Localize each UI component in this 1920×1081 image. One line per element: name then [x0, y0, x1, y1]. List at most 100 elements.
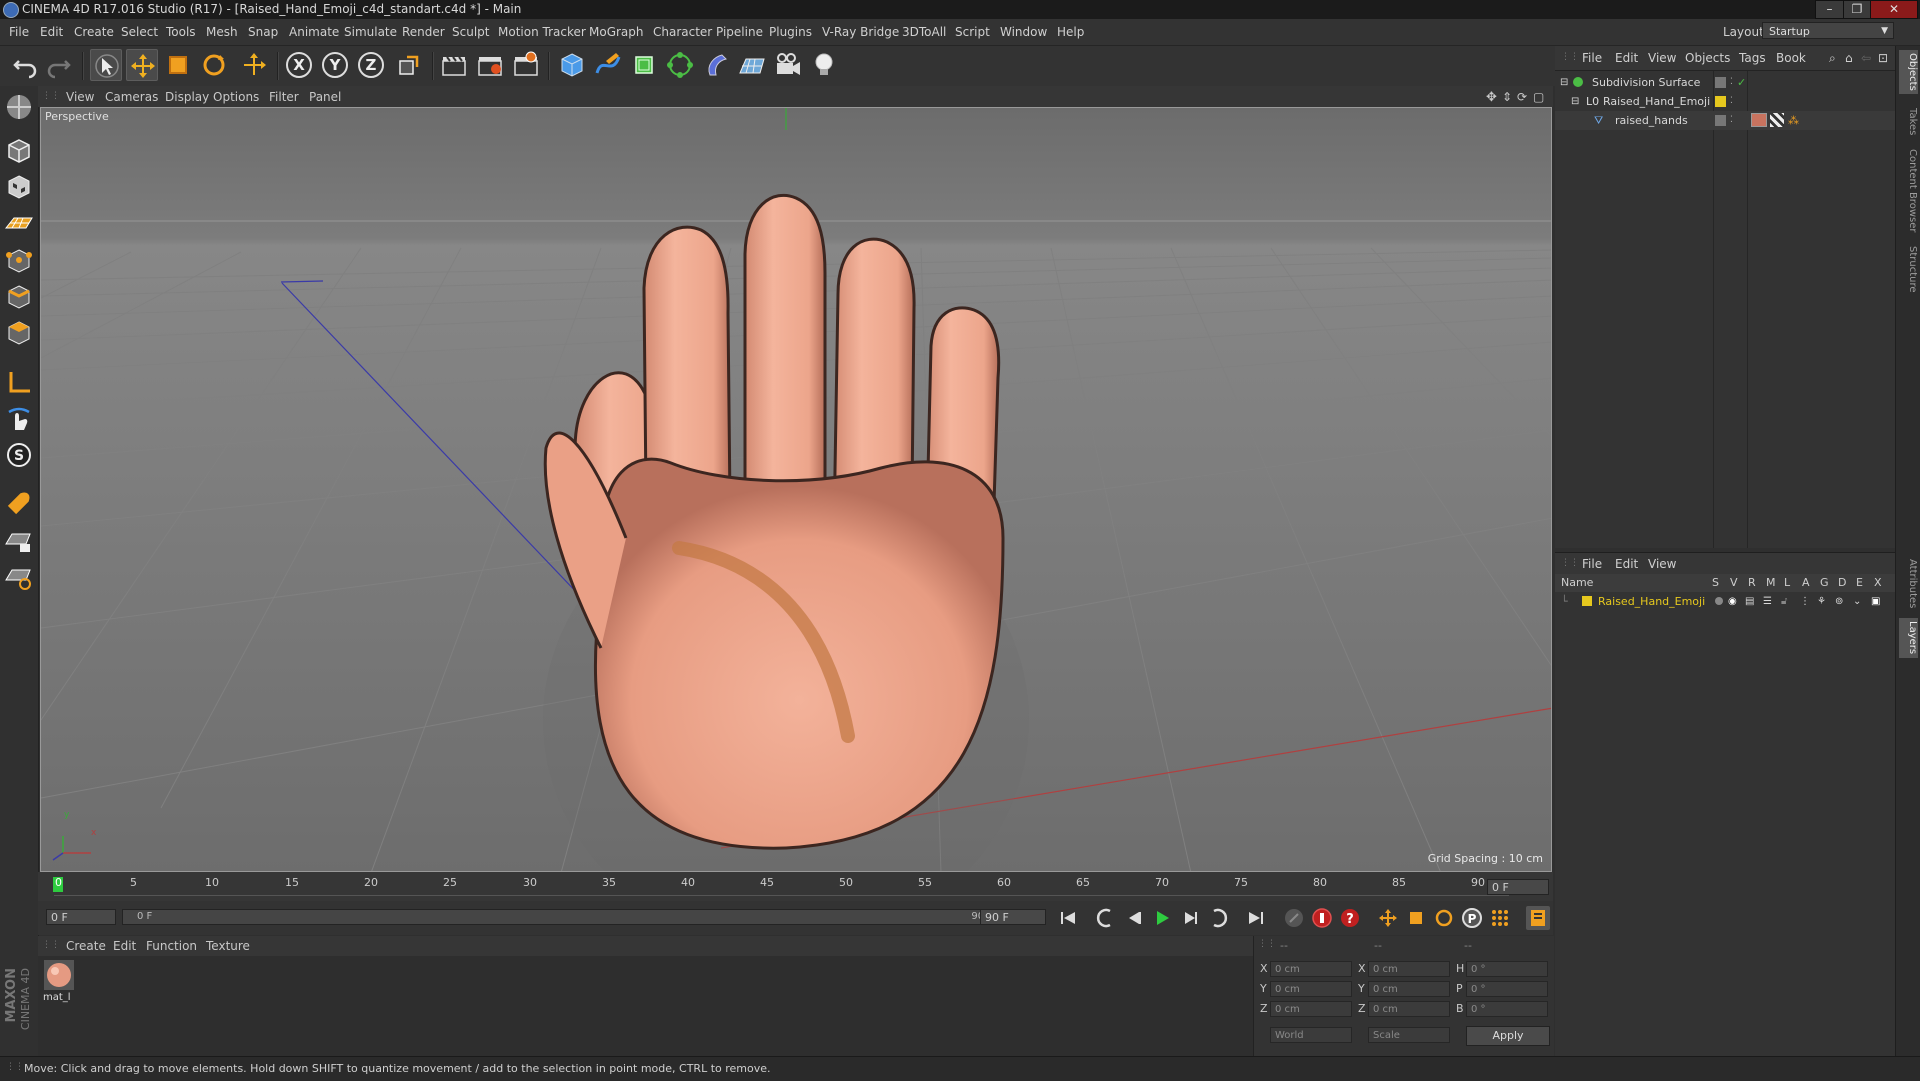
go-to-start-button[interactable] — [1056, 906, 1080, 930]
render-view-button[interactable] — [438, 49, 470, 81]
object-menu-edit[interactable]: Edit — [1615, 51, 1638, 65]
menu-snap[interactable]: Snap — [248, 25, 278, 39]
object-menu-bookmarks[interactable]: Book — [1776, 51, 1806, 65]
material-menu-edit[interactable]: Edit — [113, 939, 136, 953]
object-name[interactable]: raised_hands — [1615, 111, 1688, 130]
menu-character[interactable]: Character — [653, 25, 712, 39]
pos-x-field[interactable]: 0 cm — [1270, 961, 1352, 977]
name-column-header[interactable]: Name — [1561, 576, 1593, 589]
visibility-dots-icon[interactable]: ⁚ — [1730, 92, 1733, 111]
render-picture-viewer-button[interactable] — [474, 49, 506, 81]
menu-create[interactable]: Create — [74, 25, 114, 39]
y-axis-lock-button[interactable]: Y — [322, 52, 348, 78]
rot-p-field[interactable]: 0 ° — [1466, 981, 1548, 997]
tab-layers[interactable]: Layers — [1899, 618, 1918, 658]
autokeying-button[interactable]: ? — [1338, 906, 1362, 930]
model-mode-button[interactable] — [4, 136, 34, 166]
z-axis-lock-button[interactable]: Z — [358, 52, 384, 78]
search-icon[interactable]: ⌕ — [1829, 51, 1836, 66]
viewport-menu-cameras[interactable]: Cameras — [105, 90, 158, 104]
size-x-field[interactable]: 0 cm — [1368, 961, 1450, 977]
manager-column-header[interactable]: M — [1766, 576, 1776, 589]
add-camera-button[interactable] — [772, 49, 804, 81]
object-menu-view[interactable]: View — [1648, 51, 1676, 65]
viewport-menu-view[interactable]: View — [66, 90, 94, 104]
lock-icon[interactable]: 🔓︎ — [1781, 592, 1787, 611]
edges-mode-button[interactable] — [4, 282, 34, 312]
points-mode-button[interactable] — [4, 246, 34, 276]
add-cube-button[interactable] — [556, 49, 588, 81]
menu-help[interactable]: Help — [1057, 25, 1084, 39]
key-position-button[interactable] — [1376, 906, 1400, 930]
menu-mograph[interactable]: MoGraph — [589, 25, 644, 39]
dolly-view-icon[interactable]: ⇕ — [1502, 90, 1512, 104]
material-name[interactable]: mat_l — [43, 992, 71, 1003]
menu-script[interactable]: Script — [955, 25, 990, 39]
menu-tools[interactable]: Tools — [166, 25, 196, 39]
layer-list[interactable]: └ Raised_Hand_Emoji ◉ ▤ ☰ 🔓︎ ⋮ ⚘ ⊚ ⌄ ▣ — [1555, 592, 1895, 1056]
visibility-dots-icon[interactable]: ⁚ — [1730, 111, 1733, 130]
go-to-end-button[interactable] — [1244, 906, 1268, 930]
undo-button[interactable] — [9, 49, 41, 81]
current-frame-field[interactable]: 0 F — [1487, 879, 1549, 895]
menu-motion-tracker[interactable]: Motion Tracker — [498, 25, 586, 39]
menu-3dtoall[interactable]: 3DToAll — [902, 25, 946, 39]
menu-simulate[interactable]: Simulate — [344, 25, 397, 39]
next-key-button[interactable] — [1206, 906, 1230, 930]
render-settings-button[interactable] — [510, 49, 542, 81]
make-editable-button[interactable] — [4, 92, 34, 122]
locked-workplane-button[interactable] — [4, 526, 34, 556]
redo-button[interactable] — [43, 49, 75, 81]
object-menu-objects[interactable]: Objects — [1685, 51, 1730, 65]
pos-z-field[interactable]: 0 cm — [1270, 1001, 1352, 1017]
key-rotation-button[interactable] — [1432, 906, 1456, 930]
material-menu-create[interactable]: Create — [66, 939, 106, 953]
toggle-view-icon[interactable]: ▢ — [1533, 90, 1544, 104]
texture-mode-button[interactable] — [4, 172, 34, 202]
rotate-tool-button[interactable] — [198, 49, 230, 81]
material-menu-texture[interactable]: Texture — [206, 939, 250, 953]
next-frame-button[interactable] — [1178, 906, 1202, 930]
axis-mode-button[interactable] — [4, 368, 34, 398]
coordinate-mode-dropdown[interactable]: World — [1270, 1027, 1352, 1043]
layer-menu-edit[interactable]: Edit — [1615, 557, 1638, 571]
tab-attributes[interactable]: Attributes — [1899, 556, 1918, 612]
material-manager-area[interactable]: mat_l — [38, 956, 1253, 1056]
generators-column-header[interactable]: G — [1820, 576, 1829, 589]
material-menu-function[interactable]: Function — [146, 939, 197, 953]
manager-toggle-icon[interactable]: ☰ — [1763, 592, 1772, 611]
home-icon[interactable]: ⌂ — [1845, 51, 1853, 65]
object-name[interactable]: Raised_Hand_Emoji — [1603, 92, 1710, 111]
magnet-button[interactable] — [4, 486, 34, 516]
deformer-toggle-icon[interactable]: ⊚ — [1835, 592, 1843, 611]
workplane-mode-button[interactable] — [4, 208, 34, 238]
object-name[interactable]: Subdivision Surface — [1592, 73, 1700, 92]
viewport-menu-display[interactable]: Display — [165, 90, 209, 104]
render-column-header[interactable]: R — [1748, 576, 1756, 589]
viewport-menu-panel[interactable]: Panel — [309, 90, 341, 104]
add-deformer-button[interactable] — [700, 49, 732, 81]
expression-toggle-icon[interactable]: ⌄ — [1853, 592, 1861, 611]
record-keys-disabled-button[interactable] — [1282, 906, 1306, 930]
add-spline-button[interactable] — [592, 49, 624, 81]
timeline-ruler[interactable]: 0 5 10 15 20 25 30 35 40 45 50 55 60 65 … — [38, 872, 1553, 901]
material-swatch[interactable] — [44, 960, 74, 990]
menu-sculpt[interactable]: Sculpt — [452, 25, 489, 39]
layer-state-icon[interactable] — [1715, 115, 1726, 126]
material-tag-icon[interactable] — [1751, 113, 1767, 127]
menu-render[interactable]: Render — [402, 25, 445, 39]
add-generator-button[interactable] — [628, 49, 660, 81]
generator-toggle-icon[interactable]: ⚘ — [1817, 592, 1826, 611]
back-icon[interactable]: ⇦ — [1861, 51, 1871, 65]
viewport-menu-filter[interactable]: Filter — [269, 90, 299, 104]
layer-menu-file[interactable]: File — [1582, 557, 1602, 571]
close-button[interactable]: ✕ — [1870, 0, 1918, 19]
add-array-button[interactable] — [664, 49, 696, 81]
rotate-view-icon[interactable]: ⟳ — [1517, 90, 1527, 104]
layer-color-swatch[interactable] — [1582, 596, 1592, 606]
move-tool-button[interactable] — [126, 49, 158, 81]
layer-row[interactable]: └ Raised_Hand_Emoji ◉ ▤ ☰ 🔓︎ ⋮ ⚘ ⊚ ⌄ ▣ — [1555, 592, 1895, 611]
play-forward-button[interactable] — [1150, 906, 1174, 930]
menu-plugins[interactable]: Plugins — [769, 25, 812, 39]
layer-name[interactable]: Raised_Hand_Emoji — [1598, 592, 1705, 611]
